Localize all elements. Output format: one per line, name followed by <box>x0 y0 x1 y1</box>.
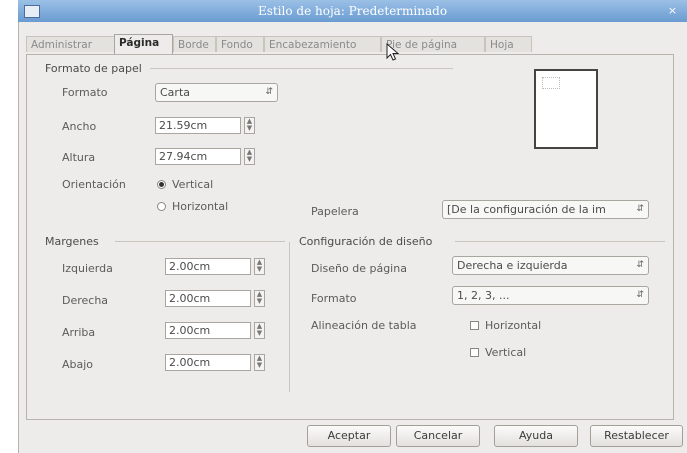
margin-right-spin-button[interactable]: ▲ ▼ <box>254 290 265 307</box>
vertical-checkbox[interactable] <box>470 348 479 357</box>
numbering-format-select[interactable]: 1, 2, 3, ... ⇵ <box>452 286 649 305</box>
tab-fondo[interactable]: Fondo <box>216 36 264 52</box>
paper-format-select[interactable]: Carta ⇵ <box>155 83 278 102</box>
updown-arrow-icon: ⇵ <box>636 290 644 300</box>
height-label: Altura <box>62 151 96 164</box>
margin-top-field[interactable]: 2.00cm <box>165 322 251 339</box>
tab-hoja[interactable]: Hoja <box>485 36 532 52</box>
title-bar[interactable]: Estilo de hoja: Predeterminado × <box>18 0 687 23</box>
margin-right-label: Derecha <box>62 294 109 307</box>
tab-encabezamiento[interactable]: Encabezamiento <box>264 36 381 52</box>
paper-tray-select[interactable]: [De la configuración de la im ⇵ <box>442 200 649 219</box>
horizontal-checkbox-label[interactable]: Horizontal <box>485 319 541 332</box>
orientation-label: Orientación <box>62 178 126 191</box>
margin-top-label: Arriba <box>62 326 96 339</box>
help-button[interactable]: Ayuda <box>494 425 578 447</box>
mouse-cursor-icon <box>386 43 400 61</box>
margin-left-spin-button[interactable]: ▲ ▼ <box>254 258 265 275</box>
margin-bottom-spin-button[interactable]: ▲ ▼ <box>254 354 265 371</box>
page-preview <box>534 69 598 149</box>
horizontal-checkbox[interactable] <box>470 321 479 330</box>
paper-format-title: Formato de papel <box>45 62 142 75</box>
vertical-option-label[interactable]: Vertical <box>172 178 213 191</box>
vertical-radio[interactable] <box>157 180 166 189</box>
tab-borde[interactable]: Borde <box>173 36 216 52</box>
width-spin-button[interactable]: ▲ ▼ <box>244 117 255 134</box>
vertical-checkbox-label[interactable]: Vertical <box>485 346 526 359</box>
margin-left-label: Izquierda <box>62 262 113 275</box>
ok-button[interactable]: Aceptar <box>307 425 391 447</box>
divider <box>455 241 665 242</box>
margin-right-field[interactable]: 2.00cm <box>165 290 251 307</box>
numbering-format-label: Formato <box>311 292 357 305</box>
height-field[interactable]: 27.94cm <box>155 148 241 165</box>
margin-top-spin-button[interactable]: ▲ ▼ <box>254 322 265 339</box>
horizontal-radio[interactable] <box>157 202 166 211</box>
margin-bottom-label: Abajo <box>62 358 94 371</box>
paper-tray-value: [De la configuración de la im <box>447 203 606 216</box>
margin-bottom-field[interactable]: 2.00cm <box>165 354 251 371</box>
horizontal-option-label[interactable]: Horizontal <box>172 200 228 213</box>
page-layout-value: Derecha e izquierda <box>457 259 568 272</box>
tab-pagina[interactable]: Página <box>114 34 173 54</box>
cancel-button[interactable]: Cancelar <box>396 425 480 447</box>
divider <box>115 241 285 242</box>
vertical-divider <box>289 242 290 392</box>
numbering-format-value: 1, 2, 3, ... <box>457 289 510 302</box>
divider <box>150 68 453 69</box>
width-label: Ancho <box>62 120 97 133</box>
updown-arrow-icon: ⇵ <box>636 204 644 214</box>
window-title: Estilo de hoja: Predeterminado <box>257 4 448 18</box>
table-alignment-label: Alineación de tabla <box>311 319 417 332</box>
paper-tray-label: Papelera <box>311 205 359 218</box>
updown-arrow-icon: ⇵ <box>636 260 644 270</box>
format-label: Formato <box>62 86 108 99</box>
page-layout-select[interactable]: Derecha e izquierda ⇵ <box>452 256 649 275</box>
layout-settings-title: Configuración de diseño <box>299 235 433 248</box>
height-spin-button[interactable]: ▲ ▼ <box>244 148 255 165</box>
width-field[interactable]: 21.59cm <box>155 117 241 134</box>
paper-format-value: Carta <box>160 86 190 99</box>
page-layout-label: Diseño de página <box>311 262 407 275</box>
updown-arrow-icon: ⇵ <box>265 87 273 97</box>
preview-content-area <box>542 77 560 89</box>
tab-administrar[interactable]: Administrar <box>26 36 116 52</box>
margin-left-field[interactable]: 2.00cm <box>165 258 251 275</box>
margins-title: Margenes <box>45 235 99 248</box>
close-icon[interactable]: × <box>666 4 679 17</box>
reset-button[interactable]: Restablecer <box>590 425 683 447</box>
